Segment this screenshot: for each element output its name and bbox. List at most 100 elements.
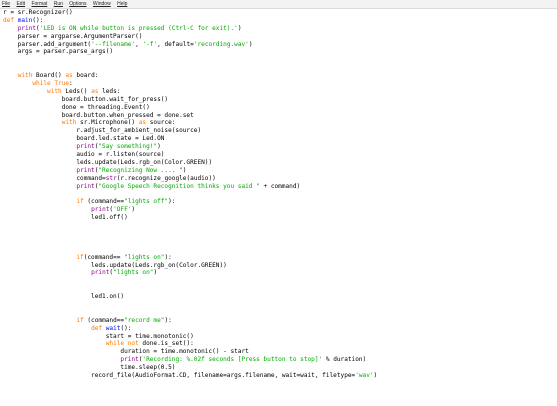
code-token: while True (32, 80, 70, 88)
code-token: as (91, 87, 103, 95)
code-token: "Say something!" (98, 143, 158, 151)
code-line: print("Say something!") (0, 143, 557, 151)
code-token: print (91, 269, 110, 277)
code-line: start = time.monotonic() (0, 333, 557, 341)
code-token: (command== (87, 316, 125, 324)
code-line: time.sleep(0.5) (0, 364, 557, 372)
code-token: sr.Microphone() (80, 119, 139, 127)
code-line: if(command== "lights on"): (0, 254, 557, 262)
code-token: (): (32, 16, 44, 24)
code-token: def (3, 16, 18, 24)
code-token: print (17, 24, 37, 32)
code-token: print (76, 143, 95, 151)
code-token: def (91, 324, 106, 332)
code-token: leds.update(Leds.rgb_on(Color.GREEN)) (3, 261, 227, 269)
code-token: board.button.when_pressed = done.set (3, 111, 194, 119)
menu-file[interactable]: File (2, 0, 10, 8)
code-token: Board() (36, 72, 66, 80)
code-token: 'LED is ON while button is pressed (Ctrl… (39, 24, 238, 32)
code-token: ) (131, 206, 136, 214)
code-token: "record me" (124, 316, 165, 324)
menu-options[interactable]: Options (69, 0, 86, 8)
code-line: with Board() as board: (0, 72, 557, 80)
code-token: time.sleep(0.5) (3, 364, 176, 372)
code-line: duration = time.monotonic() - start (0, 348, 557, 356)
code-token: done.is_set(): (142, 340, 194, 348)
menu-help[interactable]: Help (117, 0, 127, 8)
code-token: parser = argparse.ArgumentParser() (3, 32, 143, 40)
code-token: duration = time.monotonic() - start (3, 348, 249, 356)
code-line: led1.off() (0, 214, 557, 222)
code-token: ): (164, 253, 172, 261)
code-token: "Google Speech Recognition thinks you sa… (98, 182, 260, 190)
code-token: r.adjust_for_ambient_noise(source) (3, 127, 202, 135)
menu-run[interactable]: Run (54, 0, 63, 8)
code-line: record_file(AudioFormat.CD, filename=arg… (0, 372, 557, 380)
code-token: Leds() (65, 87, 92, 95)
code-token: board.button.wait_for_press() (3, 95, 169, 103)
code-token: command= (3, 174, 106, 182)
code-token: ) (248, 40, 253, 48)
code-token: ) (373, 371, 378, 379)
code-token: ): (164, 316, 172, 324)
code-token: : (69, 80, 73, 88)
code-line: print('OFF') (0, 206, 557, 214)
code-token: ) (237, 24, 242, 32)
code-token: "Recognizing Now .... " (98, 166, 183, 174)
code-token: (command== (87, 198, 125, 206)
code-token: '--filename' (91, 40, 136, 48)
code-line: done = threading.Event() (0, 104, 557, 112)
code-token: done = threading.Event() (3, 103, 150, 111)
code-token: led1.off() (3, 214, 128, 222)
menu-window[interactable]: Window (93, 0, 111, 8)
code-token: if (76, 253, 84, 261)
code-line: print('LED is ON while button is pressed… (0, 25, 557, 33)
menu-edit[interactable]: Edit (16, 0, 25, 8)
code-token: print (91, 206, 110, 214)
code-token: + command) (259, 182, 301, 190)
code-token: main (17, 16, 33, 24)
code-line: r = sr.Recognizer() (0, 9, 557, 17)
code-token: '-f' (142, 40, 158, 48)
code-line: parser.add_argument('--filename', '-f', … (0, 41, 557, 49)
code-token: as (65, 72, 77, 80)
code-token: if (76, 198, 88, 206)
code-token: source: (149, 119, 176, 127)
code-line: while not done.is_set(): (0, 340, 557, 348)
code-token: (r.recognize_google(audio)) (116, 174, 216, 182)
code-line: if (command=="record me"): (0, 317, 557, 325)
code-token: 'wav' (355, 371, 374, 379)
code-token: ) (153, 269, 158, 277)
code-token: "lights off" (124, 198, 169, 206)
code-token: record_file(AudioFormat.CD, filename=arg… (3, 371, 356, 379)
code-line: board.button.wait_for_press() (0, 96, 557, 104)
menu-format[interactable]: Format (31, 0, 47, 8)
code-line: r.adjust_for_ambient_noise(source) (0, 127, 557, 135)
code-token: str (105, 174, 117, 182)
code-line: board.button.when_pressed = done.set (0, 112, 557, 120)
code-line: with sr.Microphone() as source: (0, 119, 557, 127)
code-editor[interactable]: r = sr.Recognizer() def main(): print('LE… (0, 9, 557, 406)
code-line: def main(): (0, 17, 557, 25)
code-token: "lights on" (124, 253, 165, 261)
code-line: command=str(r.recognize_google(audio)) (0, 175, 557, 183)
code-token: 'Recording: %.02f seconds [Press button … (142, 356, 323, 364)
